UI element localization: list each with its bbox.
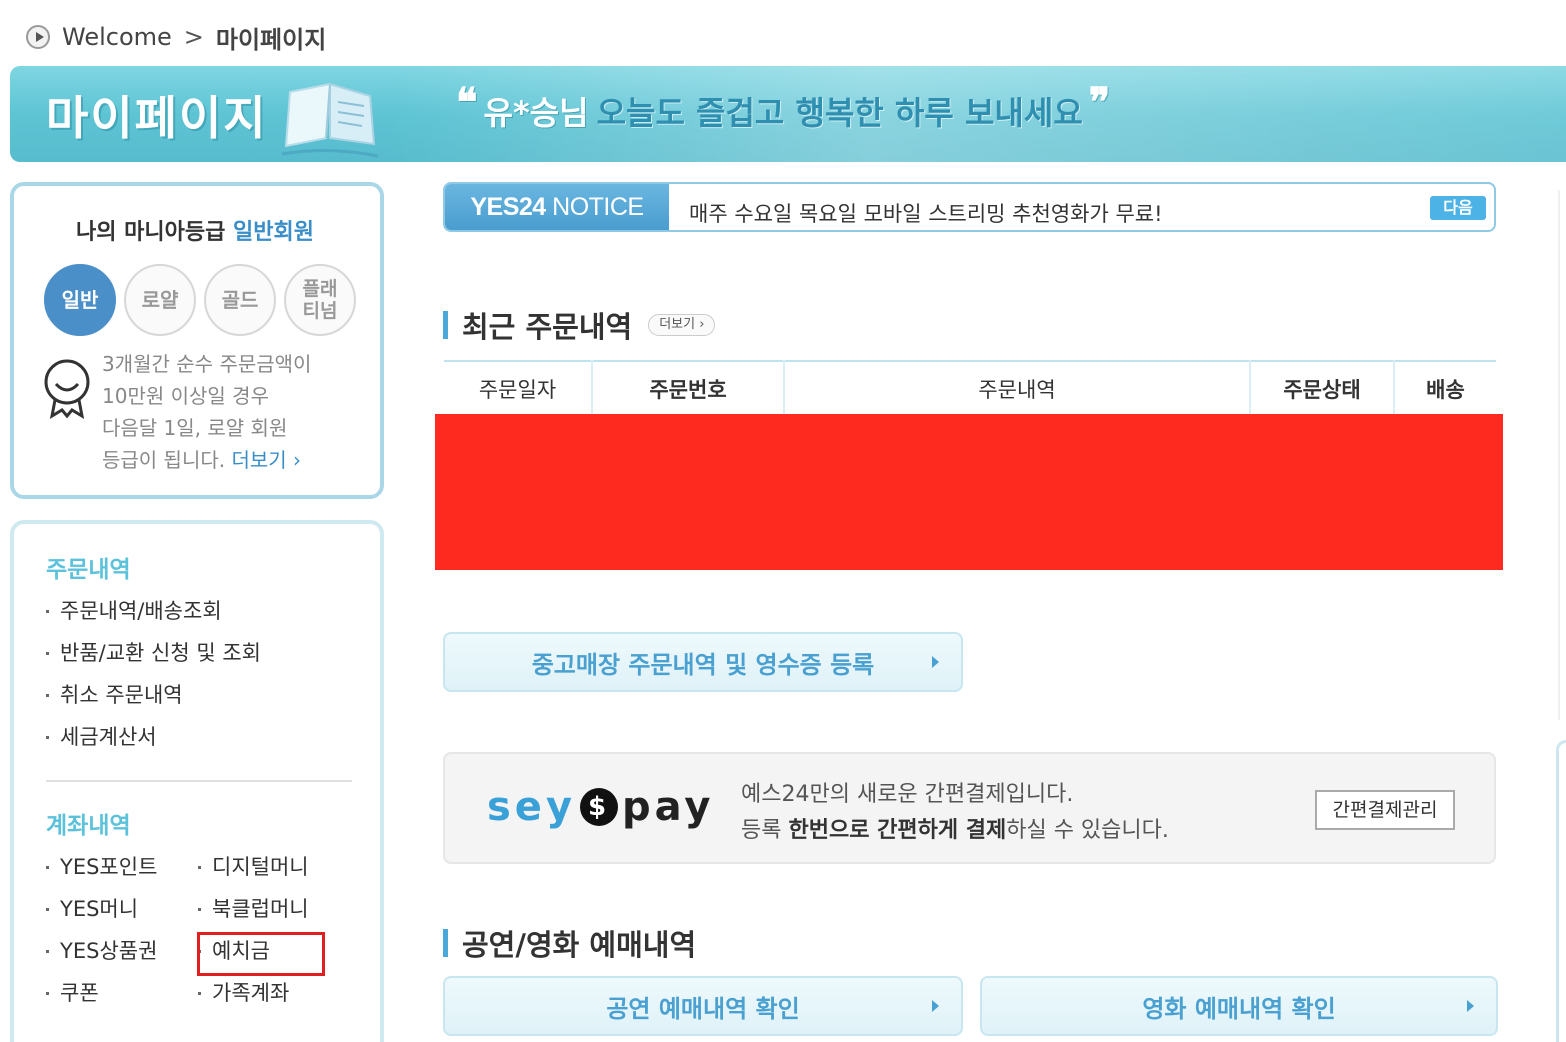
open-book-icon <box>281 82 379 158</box>
deposit-highlight-box <box>197 932 325 976</box>
grade-title: 나의 마니아등급 일반회원 <box>76 214 314 246</box>
section-bar <box>443 311 448 339</box>
notice-label: YES24 NOTICE <box>445 184 669 230</box>
grade-desc-line: 3개월간 순수 주문금액이 <box>102 352 312 376</box>
grade-levels: 일반 로얄 골드 플래 티넘 <box>44 264 364 336</box>
menu-item-bookclub-money[interactable]: 북클럽머니 <box>198 888 338 930</box>
notice-label-text: NOTICE <box>545 193 644 221</box>
movie-booking-label: 영화 예매내역 확인 <box>1142 994 1336 1023</box>
concert-booking-label: 공연 예매내역 확인 <box>606 994 800 1023</box>
grade-level-general: 일반 <box>44 264 116 336</box>
notice-next-button[interactable]: 다음 <box>1430 196 1486 220</box>
menu-item-digital-money[interactable]: 디지털머니 <box>198 846 338 888</box>
menu-item-family-account[interactable]: 가족계좌 <box>198 972 338 1014</box>
greeting: ❝ 유*승님 오늘도 즐겁고 행복한 하루 보내세요 ❞ <box>450 79 1116 134</box>
quote-close-icon: ❞ <box>1088 79 1111 126</box>
arrow-right-icon <box>932 1000 939 1012</box>
page-title: 마이페이지 <box>46 91 268 145</box>
accounts-menu: YES포인트 디지털머니 YES머니 북클럽머니 YES상품권 예치금 쿠폰 가… <box>46 846 338 1014</box>
col-order-status: 주문상태 <box>1250 361 1395 415</box>
notice-bar: YES24 NOTICE 매주 수요일 목요일 모바일 스트리밍 추천영화가 무… <box>443 182 1496 232</box>
section-bar <box>443 929 448 957</box>
menu-item-cancelled-orders[interactable]: 취소 주문내역 <box>46 674 261 716</box>
table-header-row: 주문일자 주문번호 주문내역 주문상태 배송 <box>444 361 1496 415</box>
menu-item-return-exchange[interactable]: 반품/교환 신청 및 조회 <box>46 632 261 674</box>
pay-description-1: 예스24만의 새로운 간편결제입니다. <box>741 782 1074 807</box>
accounts-menu-title: 계좌내역 <box>46 813 131 839</box>
pay-description-2: 등록 한번으로 간편하게 결제하실 수 있습니다. <box>741 812 1169 844</box>
booking-title-text: 공연/영화 예매내역 <box>462 928 697 962</box>
recent-orders-more-button[interactable]: 더보기 › <box>648 314 716 336</box>
grade-desc-line: 10만원 이상일 경우 <box>102 384 269 408</box>
right-panel-edge-2 <box>1556 740 1566 1042</box>
grade-desc-line: 등급이 됩니다. 더보기 › <box>102 444 311 476</box>
breadcrumb: Welcome > 마이페이지 <box>26 20 326 54</box>
grade-desc-line: 다음달 1일, 로얄 회원 <box>102 416 288 440</box>
easy-pay-panel: sey $ pay 예스24만의 새로운 간편결제입니다. 등록 한번으로 간편… <box>443 752 1496 864</box>
sey-pay-logo: sey $ pay <box>487 784 714 830</box>
pay-desc-b: 한번으로 간편하게 결제 <box>788 818 1007 843</box>
right-panel-edge <box>1558 190 1566 720</box>
booking-title: 공연/영화 예매내역 <box>443 922 696 964</box>
col-order-date: 주문일자 <box>444 361 593 415</box>
grade-level-gold: 골드 <box>204 264 276 336</box>
greeting-message: 오늘도 즐겁고 행복한 하루 보내세요 <box>596 94 1083 132</box>
col-delivery: 배송 <box>1394 361 1496 415</box>
grade-desc-text: 등급이 됩니다. <box>102 448 226 472</box>
page-banner: 마이페이지 ❝ 유*승님 오늘도 즐겁고 행복한 하루 보내세요 ❞ <box>10 66 1566 162</box>
grade-title-label: 나의 마니아등급 <box>76 220 226 245</box>
col-order-details: 주문내역 <box>784 361 1251 415</box>
menu-item-yes-money[interactable]: YES머니 <box>46 888 198 930</box>
notice-text[interactable]: 매주 수요일 목요일 모바일 스트리밍 추천영화가 무료! <box>689 198 1163 228</box>
orders-table: 주문일자 주문번호 주문내역 주문상태 배송 <box>444 360 1496 415</box>
recent-orders-title-text: 최근 주문내역 <box>462 310 633 344</box>
arrow-right-icon <box>1467 1000 1474 1012</box>
grade-panel: 나의 마니아등급 일반회원 일반 로얄 골드 플래 티넘 3개월간 순수 주문금… <box>10 182 384 499</box>
logo-sey: sey <box>487 784 577 830</box>
menu-item-tax-invoice[interactable]: 세금계산서 <box>46 716 261 758</box>
grade-level: 일반회원 <box>233 220 314 245</box>
side-menu: 주문내역 주문내역/배송조회 반품/교환 신청 및 조회 취소 주문내역 세금계… <box>10 520 384 1042</box>
menu-item-order-delivery[interactable]: 주문내역/배송조회 <box>46 590 261 632</box>
col-order-number: 주문번호 <box>592 361 785 415</box>
used-store-orders-label: 중고매장 주문내역 및 영수증 등록 <box>531 650 875 679</box>
concert-booking-button[interactable]: 공연 예매내역 확인 <box>443 976 963 1036</box>
menu-item-yes-giftcard[interactable]: YES상품권 <box>46 930 198 972</box>
quote-open-icon: ❝ <box>456 79 478 126</box>
redacted-orders-area <box>435 414 1503 570</box>
logo-pay: pay <box>622 784 715 830</box>
grade-description: 3개월간 순수 주문금액이 10만원 이상일 경우 다음달 1일, 로얄 회원 … <box>102 348 311 476</box>
logo-dollar-icon: $ <box>580 788 619 826</box>
play-circle-icon <box>26 25 50 49</box>
movie-booking-button[interactable]: 영화 예매내역 확인 <box>980 976 1498 1036</box>
breadcrumb-separator: > <box>183 23 204 51</box>
easy-pay-manage-button[interactable]: 간편결제관리 <box>1315 790 1455 830</box>
menu-divider <box>46 780 352 782</box>
recent-orders-title: 최근 주문내역 더보기 › <box>443 304 716 346</box>
breadcrumb-home[interactable]: Welcome <box>62 23 172 51</box>
breadcrumb-current: 마이페이지 <box>215 25 327 54</box>
menu-item-coupon[interactable]: 쿠폰 <box>46 972 198 1014</box>
pay-desc-a: 등록 <box>741 818 789 843</box>
menu-item-yes-point[interactable]: YES포인트 <box>46 846 198 888</box>
used-store-orders-button[interactable]: 중고매장 주문내역 및 영수증 등록 <box>443 632 963 692</box>
grade-level-platinum: 플래 티넘 <box>284 264 356 336</box>
smile-badge-icon <box>44 359 90 420</box>
pay-desc-c: 하실 수 있습니다. <box>1006 818 1169 843</box>
grade-level-royal: 로얄 <box>124 264 196 336</box>
grade-more-link[interactable]: 더보기 › <box>231 448 301 472</box>
notice-label-brand: YES24 <box>470 193 546 221</box>
orders-menu: 주문내역/배송조회 반품/교환 신청 및 조회 취소 주문내역 세금계산서 <box>46 590 261 758</box>
arrow-right-icon <box>932 656 939 668</box>
greeting-user: 유*승님 <box>483 94 589 132</box>
orders-menu-title: 주문내역 <box>46 557 131 583</box>
